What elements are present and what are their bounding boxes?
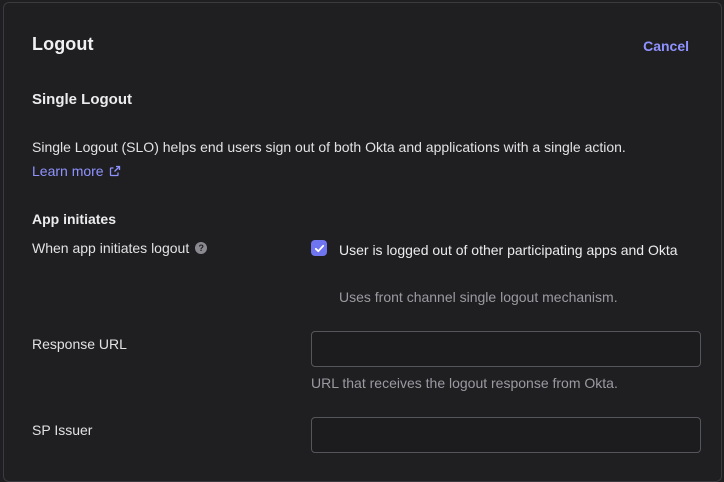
sp-issuer-input[interactable] (311, 417, 701, 453)
app-initiates-heading: App initiates (32, 211, 117, 227)
cancel-button[interactable]: Cancel (643, 38, 689, 54)
logout-other-apps-label[interactable]: User is logged out of other participatin… (339, 238, 689, 262)
when-app-initiates-logout-label: When app initiates logout ? (32, 240, 208, 256)
sp-issuer-label: SP Issuer (32, 422, 93, 438)
logout-other-apps-hint: Uses front channel single logout mechani… (339, 289, 618, 305)
single-logout-heading: Single Logout (32, 91, 132, 108)
response-url-label: Response URL (32, 336, 127, 352)
external-link-icon (109, 165, 120, 177)
learn-more-label: Learn more (32, 163, 104, 179)
dialog-title: Logout (32, 34, 94, 54)
logout-dialog: Logout Cancel Single Logout Single Logou… (3, 2, 722, 482)
logout-other-apps-checkbox[interactable] (311, 240, 327, 256)
help-icon[interactable]: ? (195, 242, 208, 254)
single-logout-description: Single Logout (SLO) helps end users sign… (32, 139, 626, 155)
response-url-hint: URL that receives the logout response fr… (311, 375, 618, 391)
checkmark-icon (314, 244, 324, 252)
learn-more-link[interactable]: Learn more (32, 163, 121, 179)
response-url-input[interactable] (311, 331, 701, 367)
when-app-initiates-logout-text: When app initiates logout (32, 240, 190, 256)
